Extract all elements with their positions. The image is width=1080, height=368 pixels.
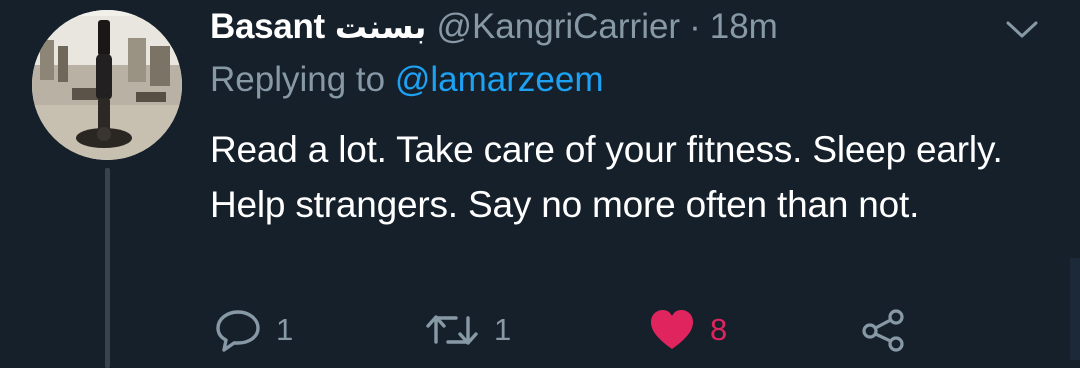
replying-to: Replying to @lamarzeem: [210, 60, 603, 100]
chevron-down-icon: [1005, 20, 1039, 40]
tweet-menu-button[interactable]: [1002, 14, 1042, 46]
heart-icon: [648, 308, 696, 352]
avatar-photo: [32, 10, 182, 160]
timestamp[interactable]: 18m: [710, 7, 778, 47]
display-name[interactable]: Basant: [210, 7, 325, 47]
tweet-header: Basant بسنت @KangriCarrier · 18m: [210, 4, 778, 50]
like-button[interactable]: 8: [648, 302, 727, 358]
tweet[interactable]: Basant بسنت @KangriCarrier · 18m Replyin…: [0, 0, 1080, 368]
replying-to-link[interactable]: @lamarzeem: [395, 60, 604, 99]
reply-button[interactable]: 1: [214, 302, 293, 358]
replying-to-label: Replying to: [210, 60, 386, 99]
avatar[interactable]: [32, 10, 182, 160]
like-count: 8: [710, 312, 728, 347]
comment-icon: [214, 308, 262, 352]
separator-dot: ·: [689, 7, 701, 46]
display-name-urdu[interactable]: بسنت: [335, 8, 427, 46]
tweet-text: Read a lot. Take care of your fitness. S…: [210, 129, 1003, 225]
reply-count: 1: [276, 312, 294, 347]
retweet-count: 1: [494, 312, 512, 347]
share-button[interactable]: [860, 302, 908, 358]
share-icon: [860, 308, 908, 352]
user-handle[interactable]: @KangriCarrier: [436, 7, 680, 47]
tweet-actions: 1 1 8: [210, 302, 930, 358]
retweet-button[interactable]: 1: [424, 302, 511, 358]
retweet-icon: [424, 308, 480, 352]
thread-line: [105, 168, 110, 368]
scrollbar[interactable]: [1070, 258, 1080, 360]
